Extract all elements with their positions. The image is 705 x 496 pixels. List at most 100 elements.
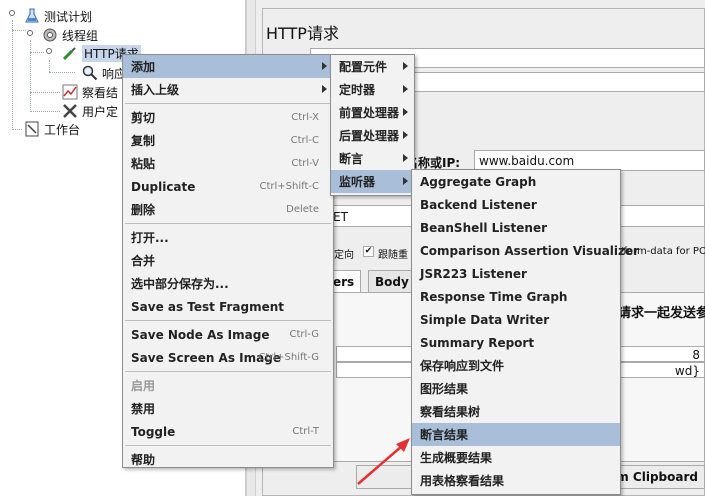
submenu-item-timer[interactable]: 定时器 bbox=[331, 78, 414, 101]
menu-item-label: 断言结果 bbox=[420, 428, 469, 442]
server-input[interactable]: www.baidu.com bbox=[474, 150, 705, 171]
submenu-arrow-icon bbox=[403, 177, 408, 185]
menu-item-label: 前置处理器 bbox=[339, 106, 400, 120]
menu-item-duplicate[interactable]: Duplicate Ctrl+Shift-C bbox=[123, 175, 333, 198]
listener-item-graph-results[interactable]: 图形结果 bbox=[412, 377, 620, 400]
menu-shortcut: Ctrl+Shift-G bbox=[258, 352, 319, 363]
listener-item-response-time-graph[interactable]: Response Time Graph bbox=[412, 285, 620, 308]
tree-node-label: 线程组 bbox=[62, 28, 99, 43]
menu-item-label: Simple Data Writer bbox=[420, 312, 550, 327]
submenu-item-listener[interactable]: 监听器 bbox=[331, 170, 414, 193]
submenu-arrow-icon bbox=[403, 131, 408, 139]
context-menu[interactable]: 添加 插入上级 剪切 Ctrl-X 复制 Ctrl-C 粘贴 Ctrl-V Dupli… bbox=[122, 54, 334, 468]
menu-item-copy[interactable]: 复制 Ctrl-C bbox=[123, 129, 333, 152]
menu-item-label: 禁用 bbox=[131, 402, 156, 416]
submenu-arrow-icon bbox=[403, 85, 408, 93]
tree-node-view-results[interactable]: 察看结 bbox=[62, 82, 118, 102]
listener-item-beanshell-listener[interactable]: BeanShell Listener bbox=[412, 216, 620, 239]
menu-item-enable: 启用 bbox=[123, 374, 333, 397]
listener-item-aggregate-graph[interactable]: Aggregate Graph bbox=[412, 170, 620, 193]
param-value: wd} bbox=[674, 364, 700, 378]
menu-item-insert-parent[interactable]: 插入上级 bbox=[123, 78, 333, 101]
flask-icon bbox=[24, 8, 40, 24]
menu-item-label: 图形结果 bbox=[420, 382, 469, 396]
listener-item-save-responses[interactable]: 保存响应到文件 bbox=[412, 354, 620, 377]
listener-item-backend-listener[interactable]: Backend Listener bbox=[412, 193, 620, 216]
menu-item-label: 监听器 bbox=[339, 175, 376, 189]
listener-item-comparison-assertion-visualizer[interactable]: Comparison Assertion Visualizer bbox=[412, 239, 639, 262]
menu-item-label: 选中部分保存为... bbox=[131, 277, 229, 291]
menu-shortcut: Ctrl-C bbox=[290, 135, 319, 146]
chart-icon bbox=[62, 84, 78, 100]
submenu-item-pre-processor[interactable]: 前置处理器 bbox=[331, 101, 414, 124]
menu-item-paste[interactable]: 粘贴 Ctrl-V bbox=[123, 152, 333, 175]
listener-submenu[interactable]: Aggregate Graph Backend Listener BeanShe… bbox=[411, 169, 639, 495]
menu-shortcut: Ctrl-X bbox=[291, 112, 319, 123]
listener-item-generate-summary[interactable]: 生成概要结果 bbox=[412, 446, 620, 469]
menu-separator bbox=[125, 371, 331, 372]
page-title: HTTP请求 bbox=[266, 24, 339, 43]
menu-item-save-selection-as[interactable]: 选中部分保存为... bbox=[123, 272, 333, 295]
listener-item-summary-report[interactable]: Summary Report bbox=[412, 331, 620, 354]
menu-item-label: Save as Test Fragment bbox=[131, 299, 285, 314]
submenu-item-post-processor[interactable]: 后置处理器 bbox=[331, 124, 414, 147]
menu-item-save-test-fragment[interactable]: Save as Test Fragment bbox=[123, 295, 333, 318]
clipboard-button-label: om Clipboard bbox=[608, 470, 698, 484]
menu-item-add[interactable]: 添加 bbox=[123, 55, 333, 78]
menu-item-label: Backend Listener bbox=[420, 197, 537, 212]
follow-redirect-label: 跟随重 bbox=[378, 250, 408, 261]
pipette-icon bbox=[62, 45, 78, 61]
menu-item-label: 合并 bbox=[131, 254, 156, 268]
menu-item-label: 帮助 bbox=[131, 453, 156, 467]
menu-item-label: Aggregate Graph bbox=[420, 174, 537, 189]
tree-node-response[interactable]: 响应 bbox=[82, 63, 126, 83]
menu-item-cut[interactable]: 剪切 Ctrl-X bbox=[123, 106, 333, 129]
listener-item-jsr223-listener[interactable]: JSR223 Listener bbox=[412, 262, 620, 285]
follow-redirect-checkbox[interactable]: ✔ bbox=[363, 246, 374, 257]
menu-item-merge[interactable]: 合并 bbox=[123, 249, 333, 272]
menu-item-label: Summary Report bbox=[420, 335, 535, 350]
menu-item-label: Save Node As Image bbox=[131, 327, 270, 342]
param-value: 8 bbox=[692, 348, 700, 362]
submenu-item-assertion[interactable]: 断言 bbox=[331, 147, 414, 170]
submenu-arrow-icon bbox=[322, 62, 327, 70]
menu-item-label: 剪切 bbox=[131, 111, 156, 125]
redirect-label: 定向 bbox=[334, 250, 354, 261]
menu-item-label: 断言 bbox=[339, 152, 364, 166]
expand-handle[interactable] bbox=[9, 10, 15, 16]
tree-node-thread-group[interactable]: 线程组 bbox=[42, 25, 98, 45]
submenu-arrow-icon bbox=[403, 154, 408, 162]
menu-item-open[interactable]: 打开... bbox=[123, 226, 333, 249]
tree-node-workbench[interactable]: 工作台 bbox=[24, 119, 80, 139]
menu-item-label: 保存响应到文件 bbox=[420, 359, 505, 373]
listener-item-view-results-tree[interactable]: 察看结果树 bbox=[412, 400, 620, 423]
listener-item-simple-data-writer[interactable]: Simple Data Writer bbox=[412, 308, 620, 331]
expand-handle[interactable] bbox=[27, 30, 33, 36]
menu-item-label: 打开... bbox=[131, 231, 169, 245]
magnifier-icon bbox=[82, 65, 98, 81]
listener-item-view-results-table[interactable]: 用表格察看结果 bbox=[412, 469, 620, 492]
menu-separator bbox=[125, 223, 331, 224]
menu-item-label: 后置处理器 bbox=[339, 129, 400, 143]
tree-node-test-plan[interactable]: 测试计划 bbox=[24, 6, 92, 26]
menu-item-save-node-image[interactable]: Save Node As Image Ctrl-G bbox=[123, 323, 333, 346]
menu-item-label: 删除 bbox=[131, 203, 156, 217]
menu-separator bbox=[125, 320, 331, 321]
listener-item-assertion-results[interactable]: 断言结果 bbox=[412, 423, 620, 446]
menu-item-label: 启用 bbox=[131, 379, 156, 393]
server-value: www.baidu.com bbox=[479, 154, 575, 168]
tools-icon bbox=[62, 103, 78, 119]
menu-item-disable[interactable]: 禁用 bbox=[123, 397, 333, 420]
gear-icon bbox=[42, 27, 58, 43]
submenu-item-config-element[interactable]: 配置元件 bbox=[331, 55, 414, 78]
menu-item-delete[interactable]: 删除 Delete bbox=[123, 198, 333, 221]
menu-separator bbox=[125, 445, 331, 446]
menu-item-help[interactable]: 帮助 bbox=[123, 448, 333, 471]
menu-item-toggle[interactable]: Toggle Ctrl-T bbox=[123, 420, 333, 443]
menu-item-label: Toggle bbox=[131, 424, 176, 439]
tree-node-user-defined[interactable]: 用户定 bbox=[62, 101, 118, 121]
expand-handle[interactable] bbox=[46, 48, 52, 54]
add-submenu[interactable]: 配置元件 定时器 前置处理器 后置处理器 断言 监听器 bbox=[330, 54, 415, 196]
menu-item-save-screen-image[interactable]: Save Screen As Image Ctrl+Shift-G bbox=[123, 346, 333, 369]
menu-item-label: 生成概要结果 bbox=[420, 451, 493, 465]
